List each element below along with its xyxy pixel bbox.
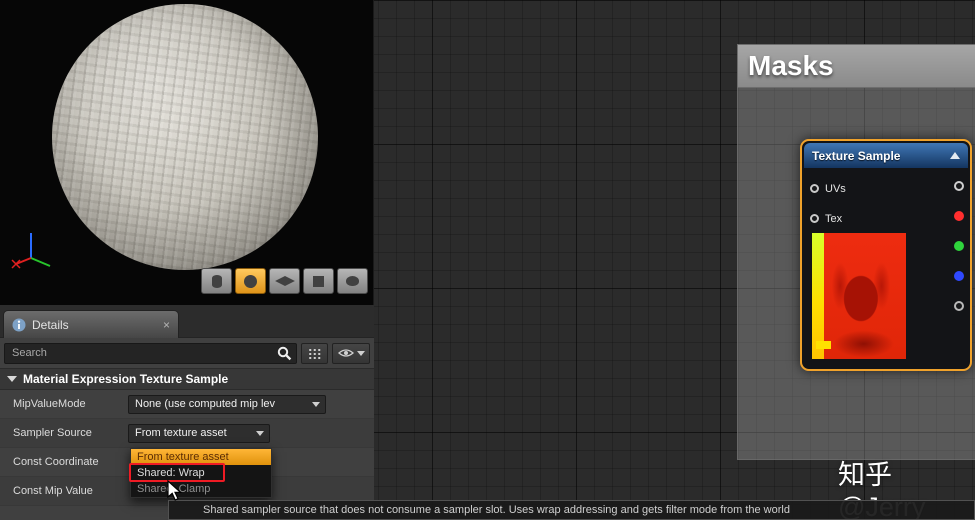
preview-shape-teapot-button[interactable] — [337, 268, 368, 294]
input-pin-row-uvs: UVs — [810, 181, 846, 196]
visibility-eye-icon — [337, 349, 354, 357]
preview-shape-cylinder-button[interactable] — [201, 268, 232, 294]
output-pin-g[interactable] — [954, 241, 964, 251]
output-pin-r[interactable] — [954, 211, 964, 221]
grid-view-icon — [308, 347, 322, 359]
tab-label: Details — [32, 317, 69, 332]
tab-close-icon[interactable]: × — [163, 318, 170, 332]
axis-gizmo-icon — [11, 233, 51, 269]
input-pin-label: Tex — [825, 212, 843, 225]
dropdown-option-shared-clamp[interactable]: Shared: Clamp — [131, 481, 271, 497]
output-pin-a[interactable] — [954, 301, 964, 311]
texture-yellow-square — [816, 341, 831, 349]
property-row-sampler-source: Sampler Source From texture asset — [0, 419, 374, 448]
teapot-icon — [346, 276, 359, 286]
output-pin-b[interactable] — [954, 271, 964, 281]
cursor-icon — [167, 480, 183, 501]
sampler-source-dropdown[interactable]: From texture asset — [128, 423, 270, 443]
dropdown-option-from-texture-asset[interactable]: From texture asset — [131, 449, 271, 465]
node-header[interactable]: Texture Sample — [804, 143, 968, 168]
preview-shape-plane-button[interactable] — [269, 268, 300, 294]
chevron-down-icon — [356, 350, 365, 356]
search-input[interactable] — [4, 342, 297, 364]
node-title: Texture Sample — [812, 148, 901, 163]
search-field-wrapper — [4, 342, 297, 364]
property-label: Const Mip Value — [13, 485, 93, 497]
input-pin-tex[interactable] — [810, 214, 819, 223]
sphere-icon — [244, 274, 257, 288]
property-row-mipvaluemode: MipValueMode None (use computed mip lev — [0, 390, 374, 419]
material-preview-viewport[interactable] — [0, 0, 374, 305]
grid-view-button[interactable] — [300, 342, 329, 364]
details-info-icon — [12, 318, 26, 331]
comment-header[interactable]: Masks — [737, 44, 975, 88]
comment-title: Masks — [748, 50, 834, 81]
preview-shape-toolbar — [201, 268, 368, 294]
output-pin-rgb[interactable] — [954, 181, 964, 191]
section-title: Material Expression Texture Sample — [23, 372, 229, 386]
plane-icon — [274, 276, 295, 286]
unreal-material-editor: Masks Texture Sample UVs Tex 知乎 @Jerry — [0, 0, 975, 520]
expander-triangle-icon — [7, 376, 17, 382]
dropdown-option-label: Shared: Wrap — [137, 467, 205, 479]
property-label: Const Coordinate — [13, 456, 99, 468]
details-search-row — [0, 338, 374, 368]
input-pin-uvs[interactable] — [810, 184, 819, 193]
chevron-down-icon — [256, 430, 264, 436]
cylinder-icon — [211, 274, 222, 288]
preview-sphere — [52, 4, 318, 270]
property-label: Sampler Source — [13, 427, 92, 439]
section-header-material-expression[interactable]: Material Expression Texture Sample — [0, 368, 374, 390]
tooltip-text: Shared sampler source that does not cons… — [203, 504, 790, 516]
dropdown-value: None (use computed mip lev — [135, 398, 276, 410]
tooltip-bar: Shared sampler source that does not cons… — [168, 500, 975, 520]
search-magnifier-icon — [277, 346, 291, 360]
chevron-down-icon — [312, 401, 320, 407]
tab-details[interactable]: Details × — [3, 310, 179, 338]
property-label: MipValueMode — [13, 398, 86, 410]
texture-preview-thumbnail — [812, 233, 906, 359]
dropdown-value: From texture asset — [135, 427, 227, 439]
sphere-fabric-texture — [52, 4, 318, 270]
mipvaluemode-dropdown[interactable]: None (use computed mip lev — [128, 394, 326, 414]
input-pin-row-tex: Tex — [810, 211, 842, 226]
dropdown-option-shared-wrap[interactable]: Shared: Wrap — [129, 463, 271, 482]
visibility-filter-button[interactable] — [332, 342, 370, 364]
sampler-source-dropdown-list: From texture asset Shared: Wrap Shared: … — [129, 448, 272, 498]
input-pin-label: UVs — [825, 182, 846, 195]
texture-sample-node[interactable]: Texture Sample UVs Tex — [800, 139, 972, 371]
preview-shape-cube-button[interactable] — [303, 268, 334, 294]
node-collapse-icon[interactable] — [950, 152, 960, 159]
cube-icon — [313, 275, 324, 287]
preview-shape-sphere-button[interactable] — [235, 268, 266, 294]
